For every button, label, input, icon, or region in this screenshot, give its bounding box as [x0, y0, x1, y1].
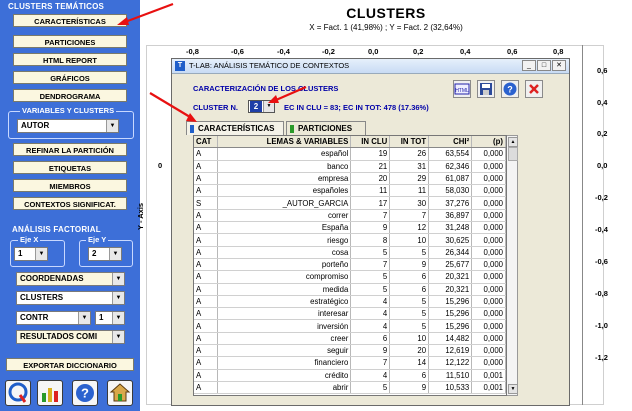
arrow-tab-caracteristicas: [149, 92, 197, 122]
arrow-caracteristicas: [117, 2, 174, 25]
annotation-arrows: [117, 2, 307, 122]
arrow-cluster-select: [268, 85, 307, 103]
